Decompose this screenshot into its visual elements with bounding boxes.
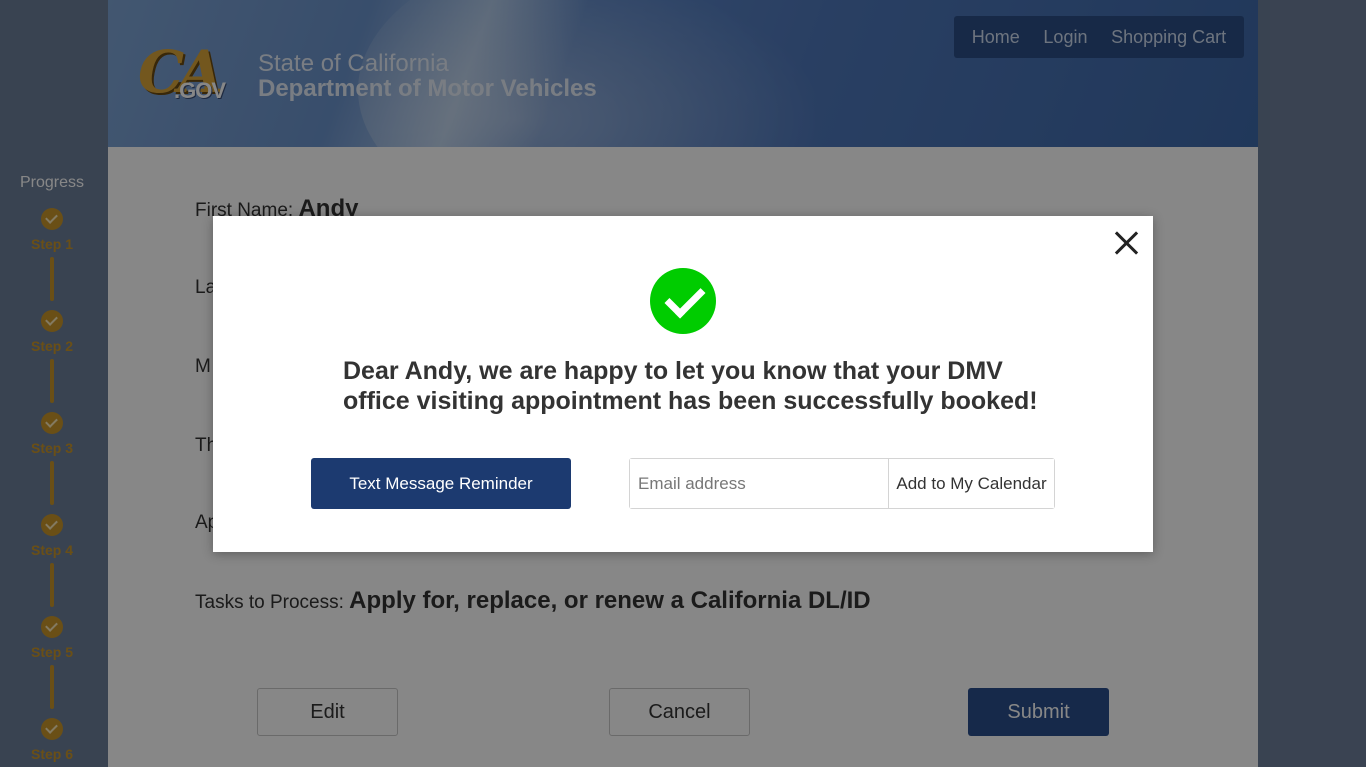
success-check-icon	[650, 268, 716, 334]
booking-success-modal: Dear Andy, we are happy to let you know …	[213, 216, 1153, 552]
email-calendar-group: Add to My Calendar	[629, 458, 1055, 509]
email-input[interactable]	[630, 459, 889, 508]
text-message-reminder-button[interactable]: Text Message Reminder	[311, 458, 571, 509]
message-line-1: Dear Andy, we are happy to let you know …	[343, 357, 1003, 385]
close-icon[interactable]	[1113, 229, 1141, 257]
message-line-2: office visiting appointment has been suc…	[343, 387, 1038, 415]
success-message: Dear Andy, we are happy to let you know …	[343, 356, 1043, 416]
add-to-calendar-button[interactable]: Add to My Calendar	[889, 459, 1054, 508]
